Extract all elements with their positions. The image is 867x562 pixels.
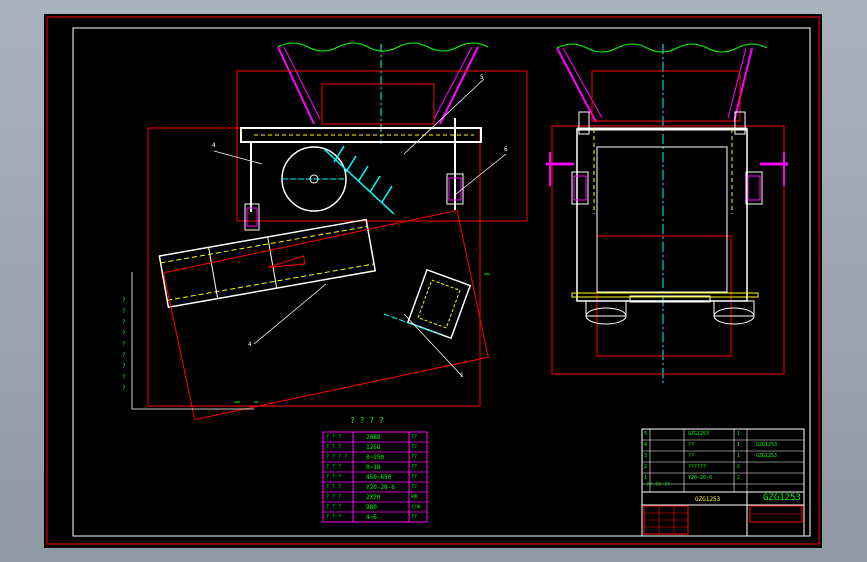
front-view — [546, 43, 788, 384]
ref-outline-lower — [147, 127, 481, 407]
spec-row-value: 2088 — [366, 434, 381, 441]
spec-row-unit: ?? — [411, 434, 418, 440]
spec-row-label: ? ? ? — [326, 474, 342, 480]
spec-row-label: ? ? ? ? — [326, 454, 348, 460]
side-label: ? — [122, 308, 126, 315]
side-label: ? — [122, 385, 126, 392]
spec-row-unit: ?? — [411, 454, 418, 460]
side-label: ? — [122, 341, 126, 348]
bom-row-name: Y20-20-6 — [688, 475, 713, 481]
title-code-small: GZG1253 — [695, 496, 721, 503]
side-label: ? — [122, 319, 126, 326]
side-label: ? — [122, 330, 126, 337]
bom-row-code: GZG1253 — [756, 442, 778, 448]
ref-outline-rotated — [162, 209, 489, 421]
callout-label: 4 — [212, 142, 216, 149]
spec-row-value: 450~650 — [366, 474, 392, 481]
spec-row-label: ? ? ? — [326, 494, 342, 500]
spec-row-label: ? ? ? — [326, 464, 342, 470]
cad-drawing-sheet: ? ? ? ? GZG1253 GZG1253 ?? ?? ?? 4 5 6 4 1 ?… — [44, 14, 822, 548]
callout-label: 6 — [504, 146, 508, 153]
side-label: ? — [122, 297, 126, 304]
bom-row-name: ?? — [688, 442, 695, 448]
bom-row-name: ?? — [688, 453, 695, 459]
spec-row-unit: kW — [411, 494, 418, 500]
spec-row-value: 0~250 — [366, 454, 385, 461]
hopper-top-wave — [277, 42, 489, 52]
bom-row-number: 5 — [644, 431, 648, 437]
callout-label: 5 — [480, 74, 484, 81]
spec-row-value: 980 — [366, 504, 377, 511]
spec-heading: ? ? ? ? — [350, 416, 384, 425]
feeder-body-front — [576, 128, 748, 302]
spec-row-label: ? ? ? — [326, 514, 342, 520]
hopper-left-wall — [277, 46, 315, 125]
spec-row-unit: ?? — [411, 514, 418, 520]
bom-row-qty: 1 — [737, 431, 741, 437]
spec-row-unit: ?? — [411, 444, 418, 450]
bom-header: ?? ?? ?? — [646, 482, 671, 488]
bom-row-name: GZG1253 — [688, 431, 710, 437]
spec-row-value: 2X70 — [366, 494, 381, 501]
side-label: ? — [122, 363, 126, 370]
spec-row-label: ? ? ? — [326, 444, 342, 450]
spec-row-value: 0~18 — [366, 464, 381, 471]
spec-row-unit: ?? — [411, 474, 418, 480]
bom-row-qty: 2 — [737, 464, 741, 470]
spec-row-value: 4~6 — [366, 514, 377, 521]
spec-row-label: ? ? ? — [326, 434, 342, 440]
callout-label: 4 — [248, 341, 252, 348]
ref-outline-upper — [236, 70, 528, 222]
spec-row-unit: ?? — [411, 484, 418, 490]
hopper-right-wall — [439, 46, 479, 125]
bom-row-qty: 1 — [737, 453, 741, 459]
spec-row-label: ? ? ? — [326, 484, 342, 490]
bom-row-qty: 2 — [737, 475, 741, 481]
spec-row-unit: r/m — [411, 504, 421, 510]
bom-row-number: 3 — [644, 453, 648, 459]
bom-row-number: 2 — [644, 464, 648, 470]
bom-row-number: 4 — [644, 442, 648, 448]
title-code-large: GZG1253 — [763, 493, 801, 503]
spec-row-unit: ?? — [411, 464, 418, 470]
spec-row-value: 1250 — [366, 444, 381, 451]
side-view — [131, 42, 528, 421]
spec-row-value: Y20-20-6 — [366, 484, 395, 491]
bom-row-code: GZG1253 — [756, 453, 778, 459]
bom-row-name: ?????? — [688, 464, 707, 470]
bom-row-qty: 1 — [737, 442, 741, 448]
side-label: ? — [122, 352, 126, 359]
side-label: ? — [122, 374, 126, 381]
spec-row-label: ? ? ? — [326, 504, 342, 510]
bom-row-number: 1 — [644, 475, 648, 481]
callout-label: 1 — [460, 372, 464, 379]
feeder-trough — [158, 218, 377, 309]
